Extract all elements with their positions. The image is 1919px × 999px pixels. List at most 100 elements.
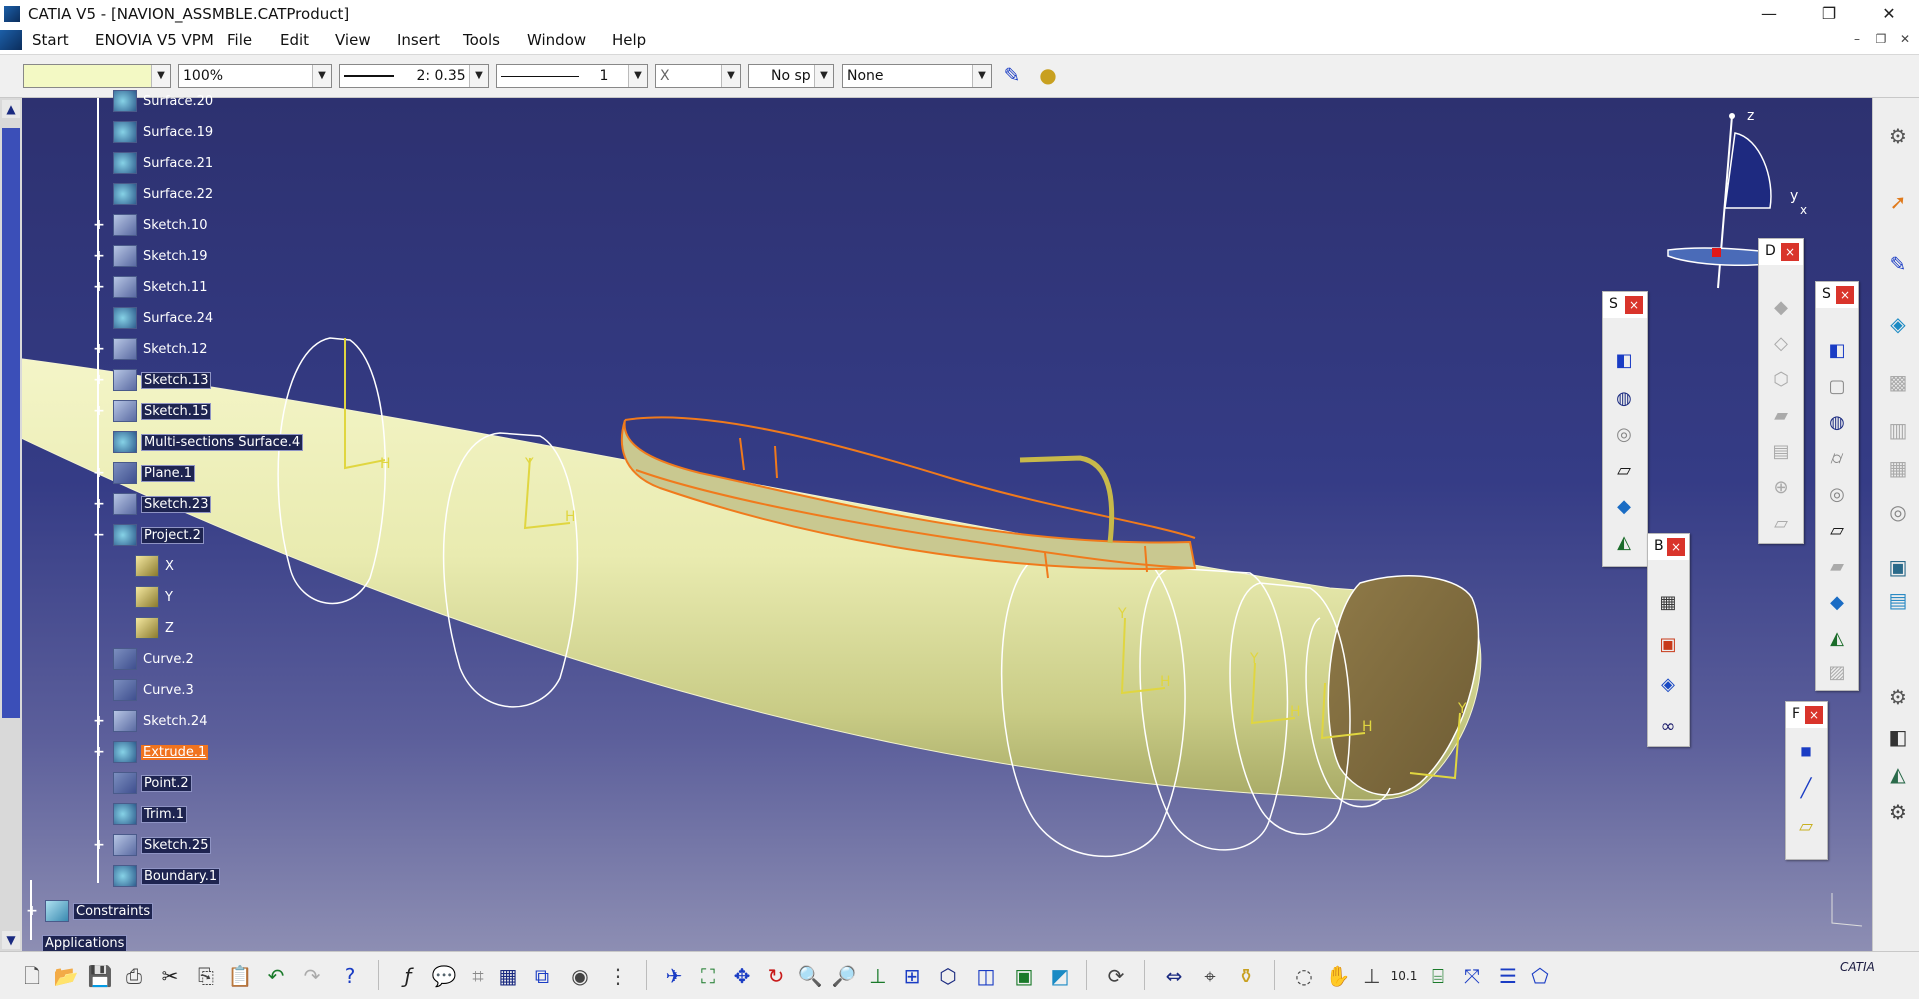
tree-item[interactable]: Surface.24	[113, 307, 215, 329]
hide-show-icon[interactable]: ▣	[1010, 962, 1038, 990]
scroll-up-arrow[interactable]: ▲	[2, 100, 20, 118]
floating-toolbar-sketch-tools[interactable]: S × ◧ ▢ ◍ ⌭ ◎ ▱ ▰ ◆ ◭ ▨	[1815, 281, 1859, 691]
offset-surface-icon[interactable]: ◎	[1611, 422, 1637, 448]
rotate-icon[interactable]: ↻	[762, 962, 790, 990]
sketcher-icon[interactable]: ✎	[1884, 250, 1912, 278]
plane-display-icon[interactable]: ⬠	[1526, 962, 1554, 990]
chevron-down-icon[interactable]: ▼	[151, 65, 170, 87]
chevron-down-icon[interactable]: ▼	[628, 65, 647, 87]
expand-icon[interactable]: +	[93, 218, 105, 232]
sweep-surface-icon[interactable]: ▱	[1611, 458, 1637, 484]
menu-help[interactable]: Help	[612, 31, 646, 49]
transparency-combo[interactable]: 100% ▼	[178, 64, 332, 88]
mdi-minimize-button[interactable]: –	[1846, 32, 1868, 50]
tree-item[interactable]: Sketch.15	[113, 400, 212, 422]
design-table-icon[interactable]: ⌗	[464, 962, 492, 990]
undo-icon[interactable]: ↶	[262, 962, 290, 990]
tree-item[interactable]: Project.2	[113, 524, 204, 546]
rib-icon[interactable]: ⊕	[1768, 475, 1794, 501]
blend-icon[interactable]: ▨	[1824, 660, 1850, 686]
chevron-down-icon[interactable]: ▼	[814, 65, 833, 87]
catalog-icon[interactable]: ◉	[566, 962, 594, 990]
3d-viewport[interactable]: H Y H Y H Y H H Y z y x	[0, 98, 1872, 951]
menu-edit[interactable]: Edit	[280, 31, 309, 49]
tree-item[interactable]: Sketch.12	[113, 338, 209, 360]
thick-surface-icon[interactable]: ▥	[1884, 416, 1912, 444]
slot-icon[interactable]: ▱	[1768, 511, 1794, 537]
menu-tools[interactable]: Tools	[463, 31, 500, 49]
scroll-thumb[interactable]	[2, 128, 20, 718]
close-button[interactable]: ✕	[1859, 0, 1919, 28]
parameter-icon[interactable]: ⋮	[604, 962, 632, 990]
pan-icon[interactable]: ✥	[728, 962, 756, 990]
tree-item[interactable]: Sketch.19	[113, 245, 209, 267]
sweep-surface-icon[interactable]: ▱	[1824, 518, 1850, 544]
adaptive-sweep-icon[interactable]: ▰	[1824, 554, 1850, 580]
pattern-icon[interactable]: ▦	[1884, 454, 1912, 482]
measure-between-icon[interactable]: ⇔	[1160, 962, 1188, 990]
tree-item[interactable]: Sketch.11	[113, 276, 209, 298]
plane-icon[interactable]: ▱	[1793, 814, 1819, 840]
select-arrow-icon[interactable]: ➚	[1884, 188, 1912, 216]
tree-item[interactable]: Z	[135, 617, 176, 639]
line-icon[interactable]: ╱	[1793, 776, 1819, 802]
floating-toolbar-boolean[interactable]: B × ▦ ▣ ◈ ∞	[1647, 533, 1690, 747]
extrude-surface-icon[interactable]: ◧	[1824, 338, 1850, 364]
zoom-in-icon[interactable]: 🔍	[796, 962, 824, 990]
swap-space-icon[interactable]: ◩	[1046, 962, 1074, 990]
multi-view-icon[interactable]: ⊞	[898, 962, 926, 990]
formula-icon[interactable]: ƒ	[394, 962, 422, 990]
axis-system-icon[interactable]: ⤧	[1458, 962, 1486, 990]
manipulation-icon[interactable]: ✋	[1324, 962, 1352, 990]
point-symbol-combo[interactable]: X ▼	[655, 64, 741, 88]
snap-icon[interactable]: ⊥	[1358, 962, 1386, 990]
whats-this-icon[interactable]: ?	[336, 962, 364, 990]
close-icon[interactable]: ×	[1667, 538, 1685, 556]
tree-structure-icon[interactable]: ⧉	[528, 962, 556, 990]
save-icon[interactable]: 💾	[86, 962, 114, 990]
tree-icon[interactable]: ▣	[1884, 553, 1912, 581]
pad-icon[interactable]: ◆	[1768, 295, 1794, 321]
expand-icon[interactable]: +	[93, 342, 105, 356]
tree-item[interactable]: Constraints	[45, 900, 154, 922]
hybrid-body-icon[interactable]: ▤	[1884, 586, 1912, 614]
measure-item-icon[interactable]: ⌖	[1196, 962, 1224, 990]
tree-item-selected[interactable]: Extrude.1	[113, 741, 209, 763]
tree-item[interactable]: Plane.1	[113, 462, 196, 484]
analysis-icon[interactable]: ◭	[1884, 760, 1912, 788]
scroll-down-arrow[interactable]: ▼	[2, 931, 20, 949]
tree-item[interactable]: X	[135, 555, 176, 577]
floating-toolbar-disabled[interactable]: D × ◆ ◇ ⬡ ▰ ▤ ⊕ ▱	[1758, 238, 1804, 544]
fill-surface-icon[interactable]: ◆	[1824, 590, 1850, 616]
expand-icon[interactable]: +	[93, 714, 105, 728]
expand-icon[interactable]: +	[93, 373, 105, 387]
paste-icon[interactable]: 📋	[226, 962, 254, 990]
geometry-canvas[interactable]: H Y H Y H Y H H Y z y x	[0, 98, 1872, 951]
expand-icon[interactable]: +	[93, 280, 105, 294]
multi-section-surface-icon[interactable]: ◭	[1824, 626, 1850, 652]
tree-item[interactable]: Trim.1	[113, 803, 188, 825]
decimal-icon[interactable]: 10.1	[1390, 962, 1418, 990]
revolve-surface-icon[interactable]: ◍	[1611, 386, 1637, 412]
line-type-combo[interactable]: 1 ▼	[496, 64, 648, 88]
fly-mode-icon[interactable]: ✈	[660, 962, 688, 990]
catia-app-icon[interactable]	[4, 6, 20, 22]
painter-icon[interactable]: ✎	[998, 63, 1026, 89]
expand-icon[interactable]: +	[26, 904, 38, 918]
fit-all-icon[interactable]: ⛶	[694, 962, 722, 990]
shell-icon[interactable]: ▩	[1884, 368, 1912, 396]
mdi-restore-button[interactable]: ❐	[1870, 32, 1892, 50]
multi-section-surface-icon[interactable]: ◭	[1611, 530, 1637, 556]
measure-icon[interactable]: ◎	[1884, 498, 1912, 526]
tree-item[interactable]: Curve.2	[113, 648, 196, 670]
settings-gears-icon[interactable]: ⚙	[1884, 798, 1912, 826]
tree-item[interactable]: Sketch.23	[113, 493, 212, 515]
chevron-down-icon[interactable]: ▼	[972, 65, 991, 87]
close-icon[interactable]: ×	[1781, 243, 1799, 261]
floating-toolbar-surfaces[interactable]: S × ◧ ◍ ◎ ▱ ◆ ◭	[1602, 291, 1648, 567]
shaft-icon[interactable]: ⬡	[1768, 367, 1794, 393]
menu-insert[interactable]: Insert	[397, 31, 440, 49]
close-icon[interactable]: ×	[1805, 706, 1823, 724]
tree-item[interactable]: Point.2	[113, 772, 192, 794]
cut-icon[interactable]: ✂	[156, 962, 184, 990]
